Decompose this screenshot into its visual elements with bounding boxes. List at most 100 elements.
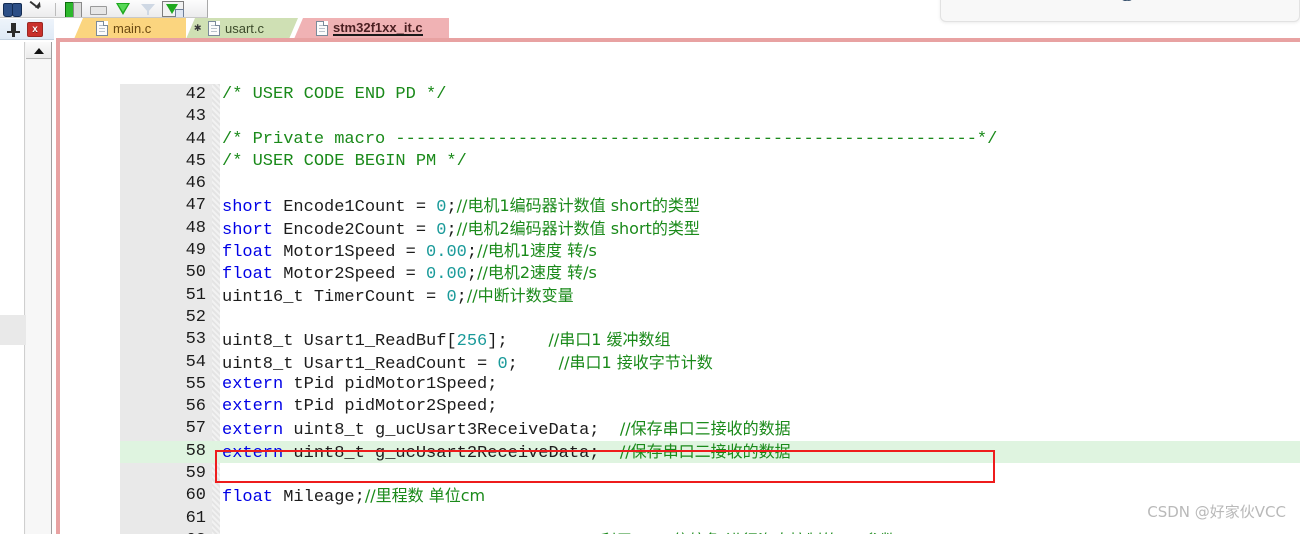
code-line[interactable]: 49 float Motor1Speed = 0.00;//电机1速度 转/s	[120, 240, 1300, 262]
code-text: uint8_t Usart1_ReadBuf[256]; //串口1 缓冲数组	[222, 329, 671, 353]
scrollbar-track[interactable]	[26, 60, 51, 534]
pin-icon[interactable]	[6, 22, 21, 37]
code-text: extern uint8_t g_ucUsart2ReceiveData; //…	[222, 441, 791, 465]
code-line[interactable]: 42 /* USER CODE END PD */	[120, 84, 1300, 106]
line-number: 51	[185, 285, 206, 305]
code-line[interactable]: 53 uint8_t Usart1_ReadBuf[256]; //串口1 缓冲数…	[120, 329, 1300, 351]
code-line[interactable]: 62 extern tPid pidMPU6050YawMovement; //利…	[120, 530, 1300, 534]
code-token: uint16_t TimerCount =	[222, 287, 447, 307]
code-area[interactable]: 42 /* USER CODE END PD */ 43 44 /* Private m…	[120, 84, 1300, 534]
code-token: extern	[222, 421, 284, 441]
line-number: 46	[185, 174, 206, 194]
tab-label: usart.c	[225, 21, 265, 36]
diagonal-arrow-icon[interactable]	[27, 1, 49, 17]
code-text: uint16_t TimerCount = 0;//中断计数变量	[222, 285, 574, 309]
line-number: 62	[120, 530, 206, 534]
code-text: /* USER CODE END PD */	[222, 84, 446, 106]
line-number: 44	[185, 129, 206, 149]
tab-usart-c[interactable]: ✱ usart.c	[186, 18, 298, 39]
green-down-arrow-icon[interactable]	[112, 1, 134, 17]
code-text: float Mileage;//里程数 单位cm	[222, 485, 485, 509]
code-text: extern uint8_t g_ucUsart3ReceiveData; //…	[222, 418, 791, 442]
code-token: ;	[446, 220, 457, 240]
code-token: 0.00	[426, 265, 467, 285]
code-line[interactable]: 48 short Encode2Count = 0;//电机2编码器计数值 sho…	[120, 218, 1300, 240]
code-line[interactable]: 45 /* USER CODE BEGIN PM */	[120, 151, 1300, 173]
close-icon[interactable]: x	[27, 21, 43, 37]
code-token: Motor2Speed =	[273, 265, 427, 285]
code-token: 0	[497, 354, 508, 374]
code-token: 0	[446, 287, 457, 307]
line-number: 55	[185, 374, 206, 394]
code-token: ];	[487, 332, 549, 352]
code-line[interactable]: 60 float Mileage;//里程数 单位cm	[120, 485, 1300, 507]
code-token: uint8_t Usart1_ReadCount =	[222, 354, 498, 374]
editor-frame: 42 /* USER CODE END PD */ 43 44 /* Private m…	[56, 38, 1300, 534]
code-token: short	[222, 198, 274, 218]
code-line[interactable]: 50 float Motor2Speed = 0.00;//电机2速度 转/s	[120, 262, 1300, 284]
code-token: tPid pidMotor2Speed;	[283, 397, 498, 417]
line-number: 52	[185, 307, 206, 327]
code-line[interactable]: 52	[120, 307, 1300, 329]
code-token: //电机2速度 转/s	[477, 263, 597, 283]
code-token: Encode1Count =	[273, 198, 437, 218]
line-number: 59	[185, 464, 206, 484]
code-line[interactable]: 56 extern tPid pidMotor2Speed;	[120, 396, 1300, 418]
code-token: ;	[466, 265, 478, 285]
file-icon	[316, 21, 328, 36]
line-number: 53	[185, 330, 206, 350]
code-token: short	[222, 220, 274, 240]
code-text: extern tPid pidMPU6050YawMovement; //利用6…	[222, 530, 897, 534]
line-number: 45	[185, 151, 206, 171]
code-line[interactable]: 54 uint8_t Usart1_ReadCount = 0; //串口1 接收…	[120, 352, 1300, 374]
code-line[interactable]: 55 extern tPid pidMotor1Speed;	[120, 374, 1300, 396]
code-token: 256	[456, 332, 488, 352]
dock-bar: x	[0, 19, 54, 40]
green-book-icon[interactable]	[62, 1, 84, 17]
framed-green-arrow-icon[interactable]	[162, 1, 184, 17]
grey-rectangle-icon[interactable]	[87, 1, 109, 17]
code-token: extern	[222, 374, 284, 394]
code-line[interactable]: 43	[120, 106, 1300, 128]
code-token: ;	[446, 198, 457, 218]
code-token: extern	[222, 443, 284, 463]
code-token: /* USER CODE BEGIN PM */	[222, 151, 467, 171]
code-token: Encode2Count =	[273, 220, 437, 240]
code-line[interactable]: 59	[120, 463, 1300, 485]
code-lines[interactable]: 42 /* USER CODE END PD */ 43 44 /* Private m…	[120, 84, 1300, 534]
line-number: 42	[185, 85, 206, 104]
code-text: uint8_t Usart1_ReadCount = 0; //串口1 接收字节…	[222, 352, 713, 376]
line-number: 58	[185, 441, 206, 461]
tab-stm32f1xx-it-c[interactable]: stm32f1xx_it.c	[294, 18, 449, 39]
code-token: //串口1 缓冲数组	[548, 330, 671, 350]
code-line[interactable]: 61	[120, 508, 1300, 530]
code-token: uint8_t Usart1_ReadBuf[	[222, 332, 457, 352]
code-token: ;	[456, 287, 467, 307]
line-number: 61	[185, 508, 206, 528]
code-token: float	[222, 265, 274, 285]
left-panel-background	[0, 40, 24, 534]
line-number: 48	[185, 218, 206, 238]
code-line[interactable]: 47 short Encode1Count = 0;//电机1编码器计数值 sho…	[120, 195, 1300, 217]
code-token: //串口1 接收字节计数	[558, 352, 713, 372]
code-token: Motor1Speed =	[273, 243, 427, 263]
code-token: tPid pidMotor1Speed;	[283, 374, 498, 394]
code-line[interactable]: 58 extern uint8_t g_ucUsart2ReceiveData; …	[120, 440, 1300, 465]
scroll-up-arrow-icon[interactable]	[26, 42, 51, 59]
code-token: //里程数 单位cm	[364, 486, 486, 506]
binoculars-icon[interactable]	[2, 1, 24, 17]
code-token: 0.00	[426, 243, 467, 263]
toolbar-divider	[55, 3, 56, 16]
outline-scrollbar[interactable]	[24, 42, 52, 534]
code-text: /* USER CODE BEGIN PM */	[222, 151, 467, 173]
file-icon	[96, 21, 108, 36]
funnel-icon[interactable]	[137, 1, 159, 17]
code-line[interactable]: 46	[120, 173, 1300, 195]
code-line[interactable]: 44 /* Private macro ---------------------…	[120, 129, 1300, 151]
code-token: //电机2编码器计数值 short的类型	[456, 218, 700, 238]
outline-panel-stub	[0, 315, 26, 345]
code-token: uint8_t g_ucUsart2ReceiveData;	[283, 443, 620, 463]
code-line[interactable]: 57 extern uint8_t g_ucUsart3ReceiveData; …	[120, 418, 1300, 440]
tab-main-c[interactable]: main.c	[74, 18, 186, 39]
code-line[interactable]: 51 uint16_t TimerCount = 0;//中断计数变量	[120, 285, 1300, 307]
